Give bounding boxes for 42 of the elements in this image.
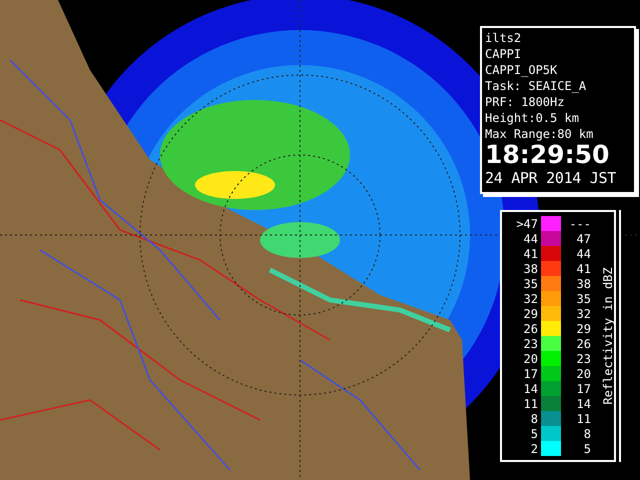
legend-high-value: 35 [576, 292, 591, 306]
legend-low-value: 35 [522, 276, 539, 290]
legend-low-value: 32 [522, 292, 539, 306]
legend-high-value: --- [568, 216, 591, 230]
info-line: ilts2 [485, 30, 522, 46]
legend-low-value: 2 [530, 442, 539, 456]
legend-high-value: 38 [576, 276, 591, 290]
info-line: CAPPI_OP5K [485, 62, 558, 78]
legend-low-value: 14 [522, 382, 539, 396]
legend-low-value: 20 [522, 352, 539, 366]
legend-high-value: 17 [576, 382, 591, 396]
legend-low-value: 44 [522, 232, 539, 246]
legend-high-value: 11 [576, 412, 591, 426]
legend-high-value: 8 [582, 426, 591, 440]
legend-high-value: 32 [576, 306, 591, 320]
legend-high-value: 44 [576, 246, 591, 260]
legend-high-value: 5 [582, 442, 591, 456]
legend-low-value: 38 [522, 262, 539, 276]
legend-high-value: 20 [576, 366, 591, 380]
legend-low-value: 41 [522, 246, 539, 260]
info-line: PRF: 1800Hz [485, 94, 566, 110]
legend-high-value: 29 [576, 322, 591, 336]
info-line: Height:0.5 km [485, 110, 580, 126]
legend-high-value: 41 [576, 262, 591, 276]
legend-low-value: 5 [530, 426, 539, 440]
legend-high-value: 26 [576, 336, 591, 350]
date-label: 24 APR 2014 JST [485, 168, 617, 188]
legend-low-value: 11 [522, 396, 539, 410]
legend-low-value: 17 [522, 366, 539, 380]
legend-title: Reflectivity in dBZ [601, 267, 615, 405]
legend-high-value: 23 [576, 352, 591, 366]
info-line: Max Range:80 km [485, 126, 594, 142]
legend-low-value: 29 [522, 306, 539, 320]
info-line: CAPPI [485, 46, 522, 62]
legend-low-value: 23 [522, 336, 539, 350]
time-label: 18:29:50 [485, 142, 610, 168]
legend-low-value: 26 [522, 322, 539, 336]
info-line: Task: SEAICE_A [485, 78, 588, 94]
legend-high-value: 14 [576, 396, 591, 410]
legend-high-value: 47 [576, 232, 591, 246]
legend-low-value: 8 [530, 412, 539, 426]
legend-low-value: >47 [515, 216, 539, 230]
